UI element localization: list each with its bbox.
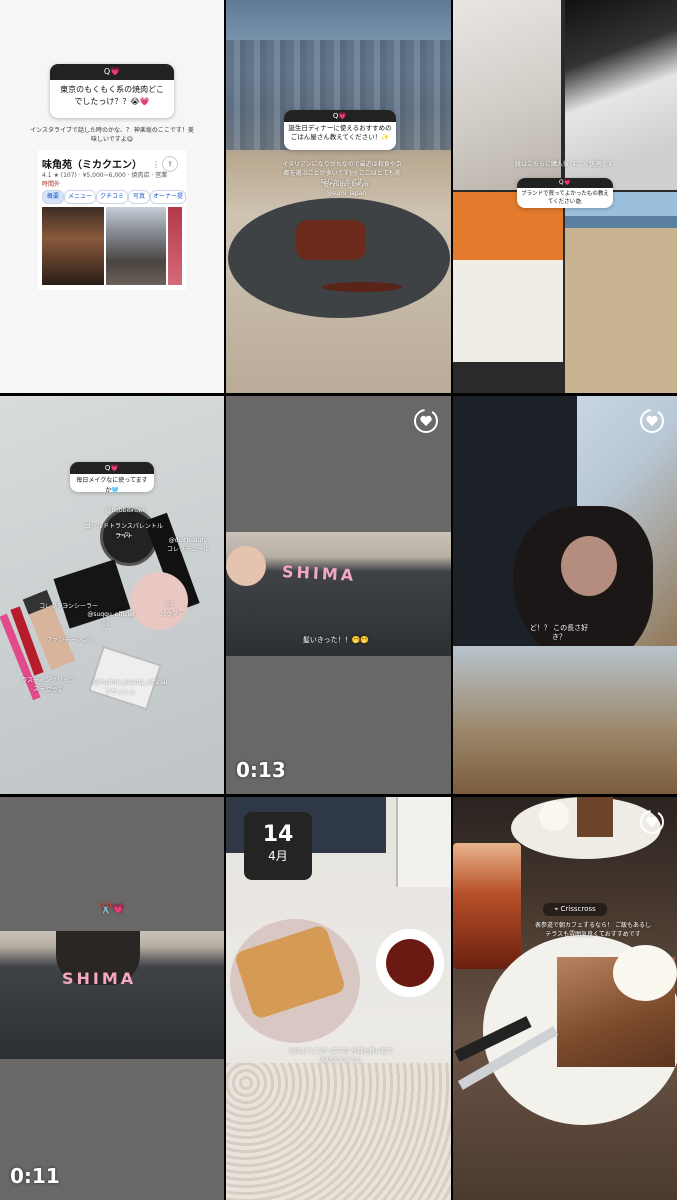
date-day: 14 xyxy=(262,822,294,847)
label-blush: ブラッシュ xyxy=(104,689,135,696)
morning-caption: おはようございます😊 今日も良い日でありますように xyxy=(288,1048,394,1064)
question-header: Q💗 xyxy=(284,110,396,122)
location-pin-icon: ⌖ xyxy=(554,905,559,913)
date-month: 4月 xyxy=(268,849,288,863)
label-bobbibrown: @bobbibrown xyxy=(105,507,147,514)
chip-overview: 概要 xyxy=(42,190,64,204)
label-brush: ブラシ xyxy=(46,687,64,694)
video-caption: ✂️💗 xyxy=(99,904,125,915)
date-badge: 14 4月 xyxy=(244,812,312,880)
notebook xyxy=(396,797,451,887)
location-name: Crisscross xyxy=(560,905,596,913)
more-options-icon: ⋮ xyxy=(152,160,160,169)
label-suqqu: @suqqu_official xyxy=(87,611,135,618)
railing xyxy=(453,646,677,794)
story-tile-makeup[interactable]: Q💗 毎日メイクなに使ってますか🩵 @bobbibrown ゴールドトランスパレ… xyxy=(0,396,224,794)
question-text: 東京のもくもく系の焼肉どこでしたっけ？？😭💗 xyxy=(60,85,164,106)
question-sticker: Q💗 誕生日ディナーに使えるおすすめのごはん屋さん教えてください！✨ xyxy=(284,110,396,150)
question-sticker: Q💗 ブランドで買ってよかったもの教えてください🛍 xyxy=(517,178,613,208)
question-header: Q💗 xyxy=(50,64,174,80)
place-rating: 4.1 ★ (107) · ¥5,000~6,000 · 焼肉店 · 営業 xyxy=(42,172,168,179)
label-shade-01: 01 xyxy=(102,621,110,628)
video-duration: 0:13 xyxy=(236,758,286,782)
cake-top xyxy=(577,797,613,837)
question-text: 毎日メイクなに使ってますか🩵 xyxy=(76,477,148,492)
chip-reviews: クチコミ xyxy=(96,190,128,204)
photo-orange-box xyxy=(453,192,563,362)
story-tile-haircut-2[interactable]: SHIMA ✂️💗 0:11 xyxy=(0,797,224,1200)
place-name: 味角苑（ミカクエン） xyxy=(42,160,142,171)
answer-caption: 靴はこちらに購入後 すごく快適です xyxy=(515,161,613,168)
sauce-drizzle xyxy=(322,282,402,292)
story-tile-brands[interactable]: Q💗 ブランドで買ってよかったもの教えてください🛍 靴はこちらに購入後 すごく快… xyxy=(453,0,677,393)
label-concealer: コンシーラー xyxy=(61,603,98,610)
question-header: Q💗 xyxy=(70,462,154,474)
answer-caption: インスタライブで話した時のかな、？ 神楽坂のここです！美味しいですよ😋 xyxy=(30,127,194,143)
chip-menu: メニュー xyxy=(64,190,96,204)
story-tile-hair-length[interactable]: ど！？ この長さ好き？ xyxy=(453,396,677,794)
hand xyxy=(226,546,266,586)
photo-caption: ど！？ この長さ好き？ xyxy=(529,624,589,641)
story-tile-cafe[interactable]: ⌖ Crisscross 表参道で朝カフェするなら！ ご飯もあるしテラスも雰囲気… xyxy=(453,797,677,1200)
chip-owner: オーナー提供 xyxy=(150,190,186,204)
apron-logo: SHIMA xyxy=(62,969,137,988)
question-sticker: Q💗 東京のもくもく系の焼肉どこでしたっけ？？😭💗 xyxy=(50,64,174,118)
knit-blanket xyxy=(226,1063,451,1200)
iced-tea xyxy=(453,843,521,969)
account-tags: @ryugin_tokyo @sumi_japan xyxy=(323,181,369,197)
label-rhythm: @rhythm_beauty_official xyxy=(92,679,168,686)
restaurant-photo-street xyxy=(106,207,166,285)
location-sticker: ⌖ Crisscross xyxy=(543,903,607,916)
video-caption: 髪いきった！！🤭🤭 xyxy=(302,636,370,644)
face-blurred xyxy=(561,536,617,596)
label-powder-shade: ライト xyxy=(114,533,133,540)
label-powder: パウダー xyxy=(159,611,184,618)
ice-cream xyxy=(613,945,677,1001)
photo-beach-bag xyxy=(565,192,677,393)
label-diorbeauty: @diorbeauty xyxy=(168,537,208,544)
highlights-grid: Q💗 東京のもくもく系の焼肉どこでしたっけ？？😭💗 インスタライブで話した時のか… xyxy=(0,0,677,1200)
replay-heart-icon xyxy=(640,810,664,834)
label-foundation: ファンデーション xyxy=(46,637,94,644)
ice-cream-top xyxy=(539,801,569,831)
question-header: Q💗 xyxy=(517,178,613,188)
story-tile-haircut[interactable]: SHIMA 髪いきった！！🤭🤭 0:13 xyxy=(226,396,451,794)
steak xyxy=(296,220,366,260)
place-hours: 時間外 xyxy=(42,181,61,188)
restaurant-photo-meat xyxy=(168,207,182,285)
story-tile-dinner[interactable]: Q💗 誕生日ディナーに使えるおすすめのごはん屋さん教えてください！✨ イタリアン… xyxy=(226,0,451,393)
video-duration: 0:11 xyxy=(10,1164,60,1188)
question-text: ブランドで買ってよかったもの教えてください🛍 xyxy=(521,191,609,205)
label-dior-product: コレクチュール xyxy=(166,546,209,553)
tea xyxy=(386,939,434,987)
label-powder-01: 01 xyxy=(166,601,174,608)
question-sticker: Q💗 毎日メイクなに使ってますか🩵 xyxy=(70,462,154,492)
apron-logo: SHIMA xyxy=(281,562,357,585)
question-text: 誕生日ディナーに使えるおすすめのごはん屋さん教えてください！✨ xyxy=(288,124,392,141)
replay-heart-icon xyxy=(640,409,664,433)
replay-heart-icon xyxy=(414,409,438,433)
story-tile-yakiniku[interactable]: Q💗 東京のもくもく系の焼肉どこでしたっけ？？😭💗 インスタライブで話した時のか… xyxy=(0,0,224,393)
cafe-caption: 表参道で朝カフェするなら！ ご飯もあるしテラスも雰囲気良くておすすめです xyxy=(535,922,651,938)
restaurant-photo-front xyxy=(42,207,104,285)
chip-photos: 写真 xyxy=(128,190,150,204)
